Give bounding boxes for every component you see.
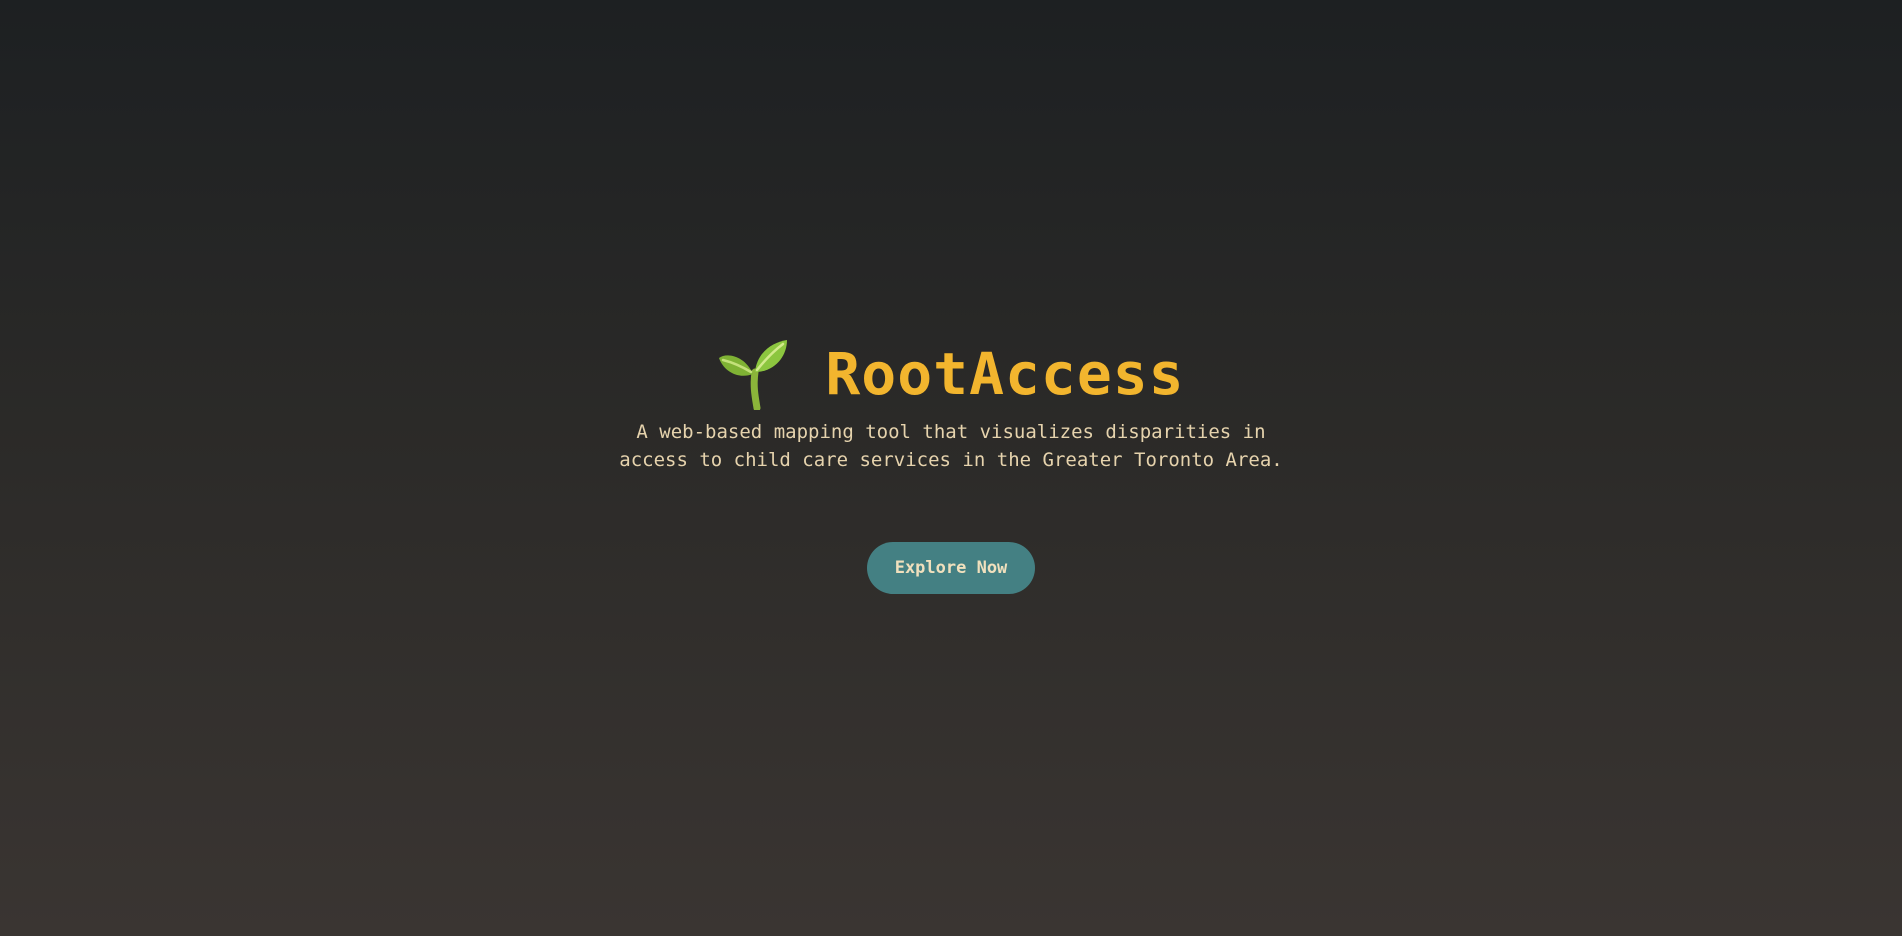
tagline: A web-based mapping tool that visualizes… [619,421,1283,471]
hero-section: RootAccess A web-based mapping tool that… [0,0,1902,936]
page-title: RootAccess [825,340,1185,408]
explore-now-button[interactable]: Explore Now [867,542,1035,594]
sprout-icon [717,338,789,410]
title-row: RootAccess [0,336,1902,412]
